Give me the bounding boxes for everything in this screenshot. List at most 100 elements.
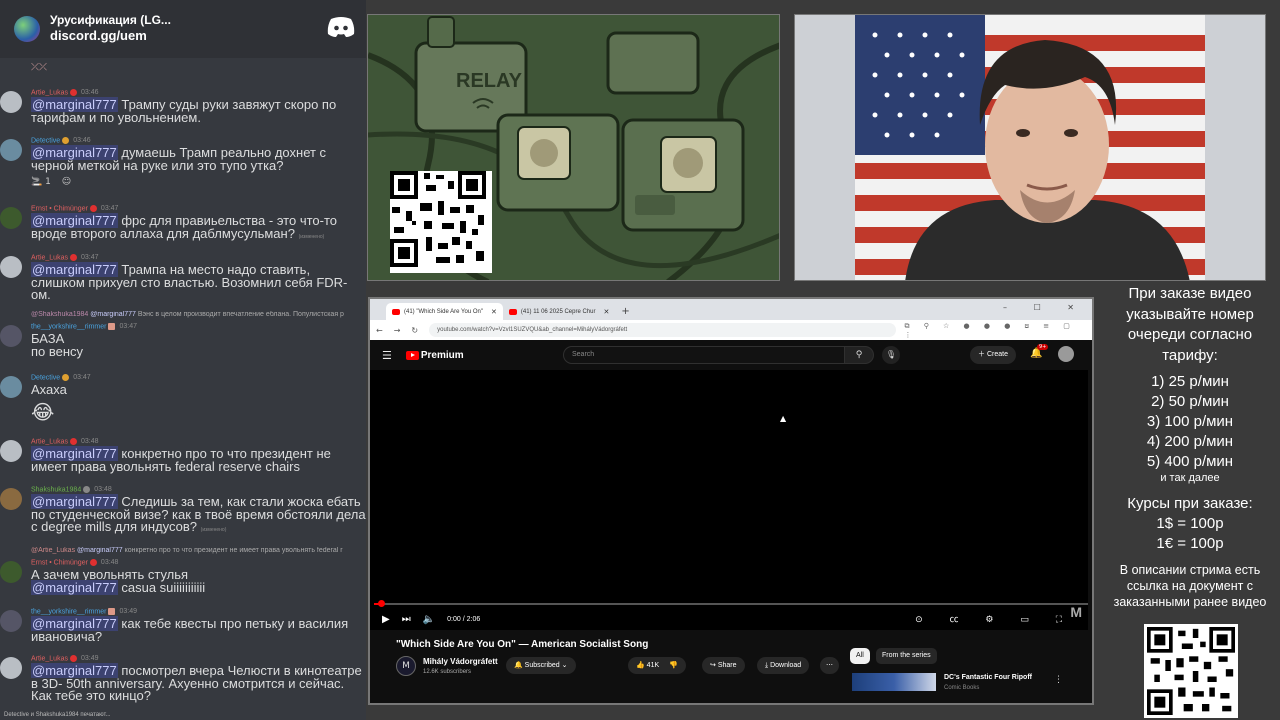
username[interactable]: the__yorkshire__rimmer <box>31 323 106 330</box>
avatar[interactable] <box>0 561 22 583</box>
channel-avatar[interactable]: M <box>396 656 416 676</box>
typing-indicator: Detective и Shakshuka1984 печатают... <box>4 712 111 718</box>
download-label: Download <box>770 662 802 669</box>
timestamp: 03:48 <box>80 438 99 446</box>
message-text: БАЗА по венсу <box>31 331 84 359</box>
username[interactable]: Detective <box>31 374 60 381</box>
message-list: ⤫⤫ Artie_Lukas 03:46 @marginal777 Трампу … <box>0 62 366 707</box>
message-text: @marginal777 посмотрел вчера Челюсти в к… <box>31 663 366 703</box>
reply-preview[interactable]: @Shakshuka1984 @marginal777 Вэнс в целом… <box>31 311 366 318</box>
username[interactable]: Shakshuka1984 <box>31 486 81 493</box>
browser-window: (41) "Which Side Are You On" ✕ (41) 11 06… <box>368 297 1094 705</box>
youtube-premium-logo[interactable]: Premium <box>405 350 464 361</box>
qr-code[interactable] <box>390 171 492 273</box>
avatar[interactable] <box>0 440 22 462</box>
search-icon[interactable]: ⚲ <box>844 346 874 364</box>
avatar[interactable] <box>0 325 22 347</box>
download-button[interactable]: ⤓ Download <box>757 657 810 674</box>
reply-preview[interactable]: @Artie_Lukas @marginal777 конкретно про … <box>31 547 366 554</box>
username[interactable]: the__yorkshire__rimmer <box>31 608 106 615</box>
rate-item: 1€ = 100р <box>1156 535 1224 552</box>
timestamp: 03:48 <box>100 559 119 567</box>
next-icon[interactable]: ⏭ <box>402 614 411 625</box>
role-badge-icon <box>69 254 77 261</box>
back-icon[interactable]: ← <box>376 326 383 335</box>
price-item: 4) 200 р/мин <box>1146 433 1234 450</box>
tab-second[interactable]: (41) 11 06 2025 Cepre Chur ✕ <box>503 303 615 320</box>
url-input[interactable]: youtube.com/watch?v=Vzvl1SUZVQU&ab_chann… <box>429 323 897 337</box>
price-item: 1) 25 р/мин <box>1151 373 1229 390</box>
time-display: 0:00 / 2:06 <box>447 615 481 623</box>
like-button[interactable]: 👍 41K 👎 <box>628 657 686 674</box>
role-badge-icon <box>69 655 77 662</box>
chip-all[interactable]: All <box>850 648 870 664</box>
server-icon <box>14 16 40 42</box>
volume-icon[interactable]: 🔈 <box>423 614 435 625</box>
bell-icon: 🔔 <box>514 662 523 669</box>
player-right-controls[interactable]: ⊙ ㏄ ⚙ ▭ ⛶ <box>915 612 1074 625</box>
window-controls[interactable]: – ☐ ✕ <box>1003 303 1086 312</box>
user-avatar[interactable] <box>1058 346 1074 362</box>
partial-message: ⤫⤫ <box>0 62 366 76</box>
microphone-icon[interactable]: 🎙 <box>882 346 900 364</box>
message-text: @marginal777 фрс для правиьельства - это… <box>31 213 366 243</box>
tab-bar: (41) "Which Side Are You On" ✕ (41) 11 06… <box>370 299 1092 320</box>
server-invite-link[interactable]: discord.gg/uem <box>50 28 171 44</box>
timestamp: 03:48 <box>94 486 112 494</box>
avatar[interactable] <box>0 376 22 398</box>
avatar[interactable] <box>0 139 22 161</box>
reaction[interactable]: 🚬 1 ☺ <box>31 177 71 187</box>
menu-icon[interactable]: ☰ <box>382 349 392 362</box>
avatar[interactable] <box>0 657 22 679</box>
related-more-icon[interactable]: ⋮ <box>1054 675 1063 685</box>
subscribed-button[interactable]: 🔔 Subscribed ⌄ <box>506 657 576 674</box>
close-tab-icon[interactable]: ✕ <box>603 308 609 316</box>
forward-icon[interactable]: → <box>394 326 401 335</box>
new-tab-icon[interactable]: + <box>621 306 629 320</box>
extensions-icons[interactable]: ⧉ ⚲ ☆ ● ● ● ⧈ ≡ ▢ ⋮ <box>904 322 1092 339</box>
mention[interactable]: @marginal777 <box>31 579 118 595</box>
message-text: @marginal777 Следишь за тем, как стали ж… <box>31 494 366 537</box>
share-button[interactable]: ↪ Share <box>702 657 745 674</box>
username[interactable]: Artie_Lukas <box>31 254 68 261</box>
price-list: 1) 25 р/мин 2) 50 р/мин 3) 100 р/мин 4) … <box>1100 372 1280 484</box>
youtube-favicon-icon <box>508 308 517 315</box>
avatar[interactable] <box>0 488 22 510</box>
reply-mention: @marginal777 <box>77 547 123 554</box>
avatar[interactable] <box>0 610 22 632</box>
close-tab-icon[interactable]: ✕ <box>491 308 497 316</box>
username[interactable]: Detective <box>31 137 60 144</box>
play-icon[interactable]: ▶ <box>382 614 390 625</box>
reload-icon[interactable]: ↻ <box>411 326 418 335</box>
username[interactable]: Ernst • Chimünger <box>31 559 88 566</box>
order-info-panel: При заказе видео указывайте номер очеред… <box>1100 284 1280 624</box>
related-video-channel: Comic Books <box>944 685 980 691</box>
qr-code[interactable] <box>1144 624 1238 718</box>
related-video-title[interactable]: DC's Fantastic Four Ripoff <box>944 674 1032 681</box>
price-item: 3) 100 р/мин <box>1146 413 1234 430</box>
youtube-header: ☰ Premium Search ⚲ 🎙 ＋ Create 🔔 9+ <box>370 340 1092 370</box>
avatar[interactable] <box>0 91 22 113</box>
subscribed-label: Subscribed <box>524 662 560 669</box>
video-player[interactable]: ▲ M <box>370 370 1088 630</box>
username[interactable]: Artie_Lukas <box>31 655 68 662</box>
order-heading: При заказе видео указывайте номер очеред… <box>1126 285 1254 364</box>
avatar[interactable] <box>0 207 22 229</box>
username[interactable]: Artie_Lukas <box>31 438 68 445</box>
progress-bar[interactable] <box>374 600 1088 607</box>
notification-count: 9+ <box>1037 344 1049 350</box>
username[interactable]: Ernst • Chimünger <box>31 205 88 212</box>
qr-code-image <box>390 171 486 267</box>
avatar[interactable] <box>0 256 22 278</box>
stream-layout: Урусификация (LG... discord.gg/uem ⤫⤫ Ar… <box>0 0 1280 720</box>
tab-youtube-video[interactable]: (41) "Which Side Are You On" ✕ <box>386 303 503 320</box>
more-actions-icon[interactable]: ⋯ <box>820 657 839 674</box>
search-input[interactable]: Search <box>563 346 866 364</box>
related-video-thumbnail[interactable] <box>852 673 936 691</box>
channel-name[interactable]: Mihály Vádorgráfett <box>423 657 498 666</box>
chip-from-series[interactable]: From the series <box>876 648 937 664</box>
add-reaction-icon[interactable]: ☺ <box>62 177 71 187</box>
create-button[interactable]: ＋ Create <box>970 346 1016 364</box>
thumbs-down-icon[interactable]: 👎 <box>669 662 678 669</box>
username[interactable]: Artie_Lukas <box>31 89 68 96</box>
